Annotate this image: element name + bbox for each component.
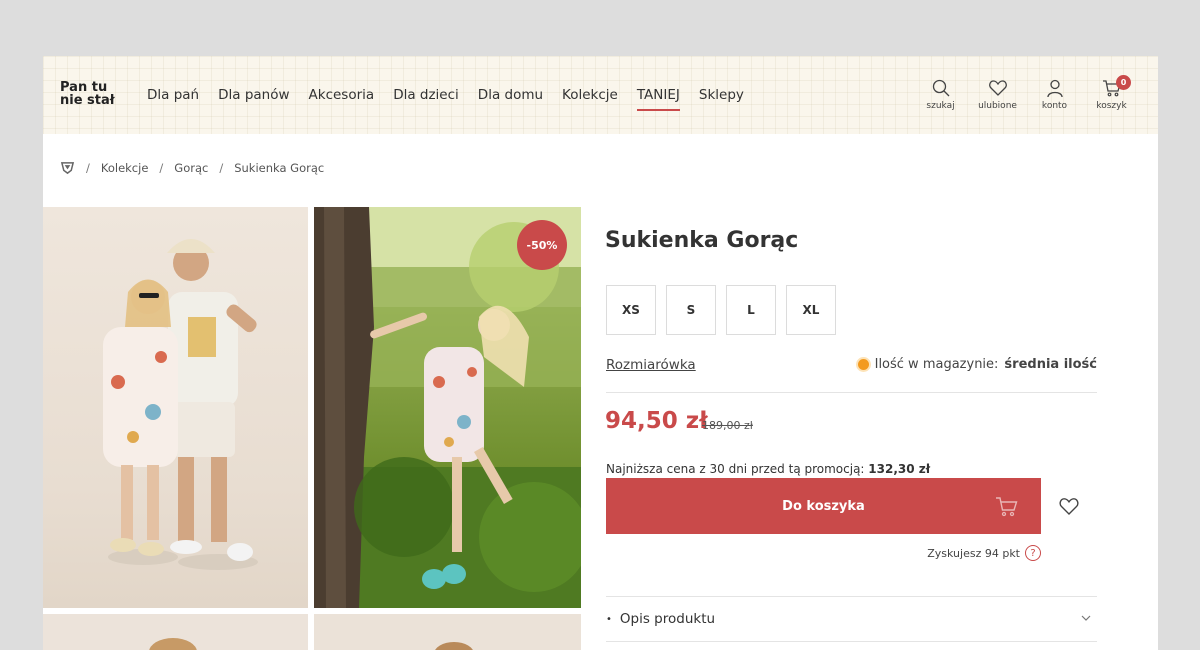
heart-icon — [988, 80, 1007, 96]
nav-item-dla-panow[interactable]: Dla panów — [218, 87, 289, 103]
points-label: Zyskujesz 94 pkt — [927, 546, 1020, 560]
page: Pan tu nie stał Dla pań Dla panów Akceso… — [43, 56, 1158, 650]
product-image-2[interactable]: -50% — [314, 207, 581, 608]
favorites-button[interactable]: ulubione — [978, 78, 1017, 111]
size-selector: XS S L XL — [606, 285, 836, 335]
search-icon — [932, 79, 949, 97]
site-header: Pan tu nie stał Dla pań Dla panów Akceso… — [43, 56, 1158, 134]
breadcrumb-separator: / — [159, 160, 164, 175]
nav-item-akcesoria[interactable]: Akcesoria — [309, 87, 375, 103]
breadcrumb-item-current: Sukienka Gorąc — [234, 160, 325, 175]
breadcrumb-separator: / — [86, 160, 90, 175]
product-photo-4 — [435, 642, 473, 650]
account-button[interactable]: konto — [1036, 78, 1073, 111]
breadcrumb-item-gorac[interactable]: Gorąc — [174, 161, 208, 175]
stock-label: Ilość w magazynie: — [874, 357, 999, 372]
search-button[interactable]: szukaj — [922, 78, 959, 111]
cart-label: koszyk — [1096, 101, 1127, 111]
cart-count-badge: 0 — [1116, 75, 1131, 90]
add-to-cart-button[interactable]: Do koszyka — [606, 478, 1041, 534]
product-description-toggle[interactable]: • Opis produktu — [606, 597, 1097, 641]
size-option-s[interactable]: S — [666, 285, 716, 335]
size-chart-link[interactable]: Rozmiarówka — [606, 357, 696, 373]
product-title: Sukienka Gorąc — [605, 228, 799, 253]
product-photo-couple — [103, 239, 258, 570]
nav-item-dla-pan[interactable]: Dla pań — [147, 87, 199, 103]
stock-indicator: Ilość w magazynie: średnia ilość — [857, 357, 1097, 372]
current-price: 94,50 zł — [605, 408, 708, 434]
nav-item-dla-domu[interactable]: Dla domu — [478, 87, 543, 103]
main-nav: Dla pań Dla panów Akcesoria Dla dzieci D… — [147, 87, 763, 111]
nav-item-kolekcje[interactable]: Kolekcje — [562, 87, 618, 103]
divider — [606, 641, 1097, 642]
help-icon[interactable]: ? — [1025, 545, 1041, 561]
account-label: konto — [1041, 101, 1068, 111]
logo[interactable]: Pan tu nie stał — [60, 81, 130, 107]
size-option-xl[interactable]: XL — [786, 285, 836, 335]
divider — [606, 392, 1097, 393]
add-to-cart-label: Do koszyka — [782, 498, 865, 514]
search-label: szukaj — [926, 101, 955, 111]
breadcrumb: / Kolekcje / Gorąc / Sukienka Gorąc — [60, 160, 324, 175]
size-option-l[interactable]: L — [726, 285, 776, 335]
product-photo-3 — [149, 638, 197, 650]
logo-line-2: nie stał — [60, 93, 115, 108]
favorites-label: ulubione — [978, 101, 1017, 111]
lowest-price-value: 132,30 zł — [868, 462, 931, 476]
header-actions: szukaj ulubione konto 0 koszyk — [922, 75, 1131, 111]
loyalty-points: Zyskujesz 94 pkt ? — [927, 545, 1041, 561]
cart-icon — [996, 497, 1018, 517]
breadcrumb-item-kolekcje[interactable]: Kolekcje — [101, 161, 149, 175]
lowest-price-label: Najniższa cena z 30 dni przed tą promocj… — [606, 462, 865, 476]
old-price: 189,00 zł — [702, 419, 753, 432]
nav-item-sklepy[interactable]: Sklepy — [699, 87, 744, 103]
size-option-xs[interactable]: XS — [606, 285, 656, 335]
breadcrumb-separator: / — [219, 160, 224, 175]
nav-item-taniej[interactable]: TANIEJ — [636, 87, 680, 111]
user-icon — [1046, 79, 1063, 98]
chevron-down-icon — [1081, 615, 1091, 621]
stock-status-dot — [857, 359, 869, 370]
discount-badge: -50% — [517, 220, 567, 270]
product-image-4[interactable] — [314, 614, 581, 650]
cart-button[interactable]: 0 koszyk — [1093, 75, 1131, 111]
nav-item-dla-dzieci[interactable]: Dla dzieci — [393, 87, 459, 103]
product-image-3[interactable] — [43, 614, 308, 650]
stock-value: średnia ilość — [1004, 357, 1097, 372]
bullet: • — [606, 613, 612, 625]
lowest-price-info: Najniższa cena z 30 dni przed tą promocj… — [606, 462, 930, 476]
add-to-favorites-heart-icon[interactable] — [1058, 496, 1080, 516]
product-image-1[interactable] — [43, 207, 308, 608]
description-label: Opis produktu — [619, 611, 716, 627]
home-icon[interactable] — [60, 160, 75, 175]
